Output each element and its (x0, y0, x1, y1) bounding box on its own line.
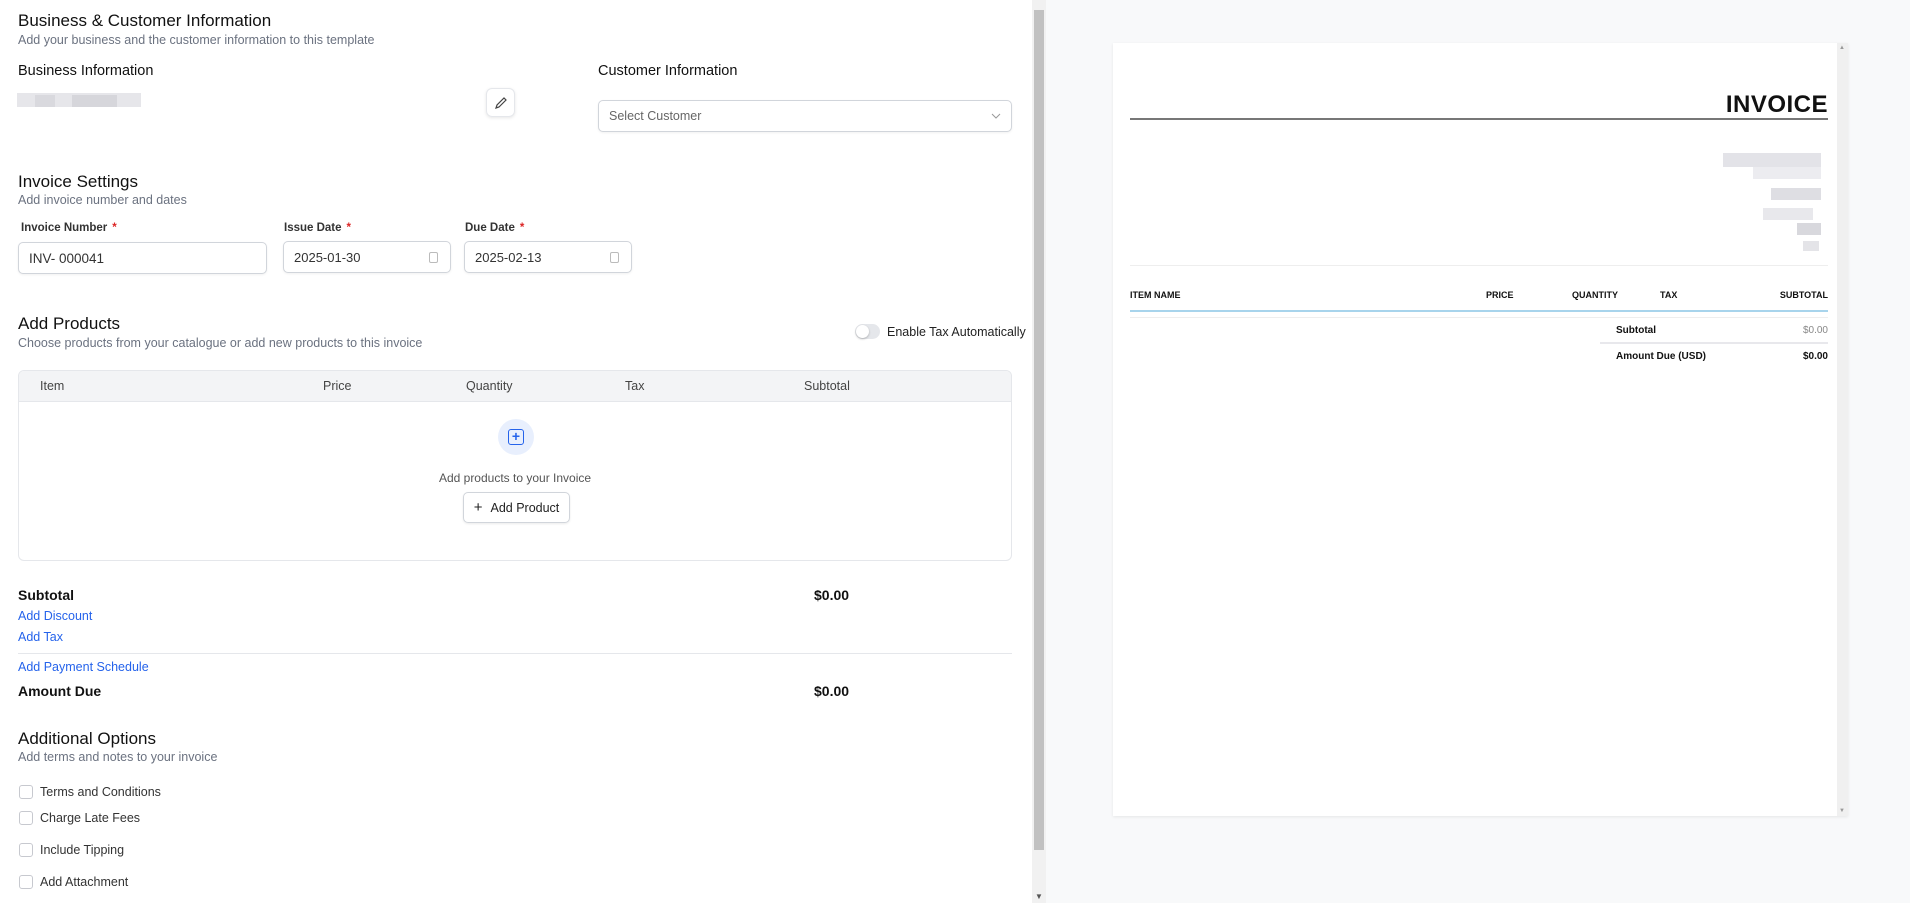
subtotal-label: Subtotal (18, 587, 74, 603)
chevron-down-icon (991, 113, 1001, 120)
column-header-item: Item (40, 379, 64, 393)
divider (1130, 317, 1828, 318)
section-title-invoice-settings: Invoice Settings (18, 172, 138, 192)
select-customer-dropdown[interactable]: Select Customer (598, 100, 1012, 132)
checkbox[interactable] (19, 875, 33, 889)
amount-due-value: $0.00 (814, 683, 849, 699)
add-tax-link[interactable]: Add Tax (18, 630, 63, 644)
column-header-subtotal: Subtotal (804, 379, 850, 393)
section-subtitle: Add your business and the customer infor… (18, 33, 374, 47)
pencil-icon (494, 96, 508, 110)
invoice-number-label: Invoice Number* (21, 222, 117, 234)
divider (1600, 342, 1828, 344)
divider (1130, 265, 1828, 266)
preview-column-price: PRICE (1486, 290, 1514, 300)
due-date-label: Due Date* (465, 222, 524, 234)
issue-date-input[interactable]: 2025-01-30 (283, 241, 451, 273)
preview-panel: INVOICE ITEM NAME PRICE QUANTITY TAX SUB… (1046, 0, 1910, 903)
section-subtitle: Add invoice number and dates (18, 193, 187, 207)
edit-business-button[interactable] (486, 88, 515, 117)
column-header-quantity: Quantity (466, 379, 513, 393)
checkbox[interactable] (19, 811, 33, 825)
column-header-price: Price (323, 379, 351, 393)
due-date-input[interactable]: 2025-02-13 (464, 241, 632, 273)
scrollbar-thumb[interactable] (1034, 10, 1044, 850)
invoice-preview-document: INVOICE ITEM NAME PRICE QUANTITY TAX SUB… (1113, 43, 1848, 816)
products-table: Item Price Quantity Tax Subtotal + Add p… (18, 370, 1012, 561)
form-scrollbar[interactable]: ▼ (1032, 0, 1046, 903)
empty-products-text: Add products to your Invoice (19, 471, 1011, 485)
invoice-number-input[interactable]: INV- 000041 (18, 242, 267, 274)
amount-due-label: Amount Due (18, 683, 101, 699)
checkbox[interactable] (19, 785, 33, 799)
section-title-additional-options: Additional Options (18, 729, 156, 749)
products-table-header: Item Price Quantity Tax Subtotal (19, 371, 1011, 402)
preview-scrollbar[interactable]: ▲ ▼ (1837, 43, 1848, 816)
checkbox[interactable] (19, 843, 33, 857)
add-discount-link[interactable]: Add Discount (18, 609, 92, 623)
subtotal-value: $0.00 (814, 587, 849, 603)
column-header-tax: Tax (625, 379, 644, 393)
preview-invoice-title: INVOICE (1726, 91, 1828, 119)
section-title-business-customer: Business & Customer Information (18, 11, 271, 31)
add-product-button[interactable]: +Add Product (463, 492, 570, 523)
title-rule (1130, 118, 1828, 120)
business-info-label: Business Information (18, 63, 153, 79)
preview-column-tax: TAX (1660, 290, 1677, 300)
add-payment-schedule-link[interactable]: Add Payment Schedule (18, 660, 149, 674)
section-title-add-products: Add Products (18, 314, 120, 334)
calendar-icon[interactable] (429, 252, 438, 263)
issue-date-label: Issue Date* (284, 222, 351, 234)
preview-amount-due-label: Amount Due (USD) (1616, 351, 1706, 362)
add-product-icon[interactable]: + (498, 419, 534, 455)
plus-icon: + (474, 499, 483, 516)
preview-column-quantity: QUANTITY (1572, 290, 1618, 300)
section-subtitle: Add terms and notes to your invoice (18, 750, 217, 764)
preview-amount-due-value: $0.00 (1803, 351, 1828, 362)
preview-column-subtotal: SUBTOTAL (1780, 290, 1828, 300)
divider (18, 653, 1012, 654)
calendar-icon[interactable] (610, 252, 619, 263)
preview-subtotal-label: Subtotal (1616, 325, 1656, 336)
section-subtitle: Choose products from your catalogue or a… (18, 336, 422, 350)
preview-column-item-name: ITEM NAME (1130, 290, 1181, 300)
enable-tax-label: Enable Tax Automatically (887, 325, 1026, 339)
enable-tax-toggle[interactable] (855, 324, 880, 339)
preview-subtotal-value: $0.00 (1803, 325, 1828, 336)
customer-info-label: Customer Information (598, 63, 737, 79)
header-rule (1130, 310, 1828, 312)
select-customer-placeholder: Select Customer (609, 109, 701, 123)
